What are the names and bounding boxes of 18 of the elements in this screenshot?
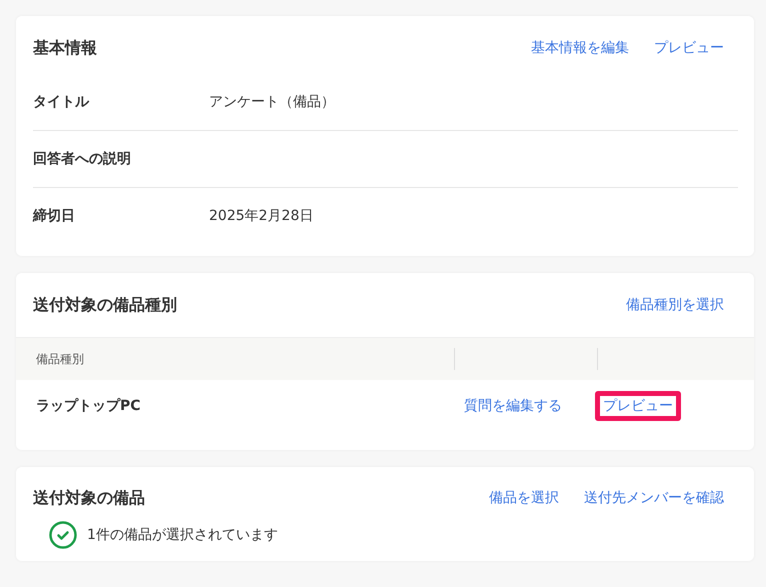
field-label: 締切日 <box>33 207 76 225</box>
action-link[interactable]: 備品種別を選択 <box>626 296 724 314</box>
field-value: 2025年2月28日 <box>209 207 314 225</box>
section-title: 送付対象の備品種別 <box>33 294 177 316</box>
status-text: 1件の備品が選択されています <box>87 526 278 544</box>
field-value: アンケート（備品） <box>209 93 335 111</box>
field-label: タイトル <box>33 93 90 111</box>
column-header: 備品種別 <box>35 350 85 368</box>
action-link[interactable]: プレビュー <box>654 39 724 57</box>
action-link[interactable]: プレビュー <box>595 391 681 421</box>
action-link[interactable]: 基本情報を編集 <box>531 39 629 57</box>
action-link[interactable]: 送付先メンバーを確認 <box>584 489 724 507</box>
section-title: 送付対象の備品 <box>33 488 145 508</box>
action-link[interactable]: 質問を編集する <box>464 397 562 415</box>
table-cell-text: ラップトップPC <box>35 397 142 415</box>
section-title: 基本情報 <box>33 38 97 58</box>
action-link[interactable]: 備品を選択 <box>489 489 559 507</box>
field-label: 回答者への説明 <box>33 150 132 168</box>
